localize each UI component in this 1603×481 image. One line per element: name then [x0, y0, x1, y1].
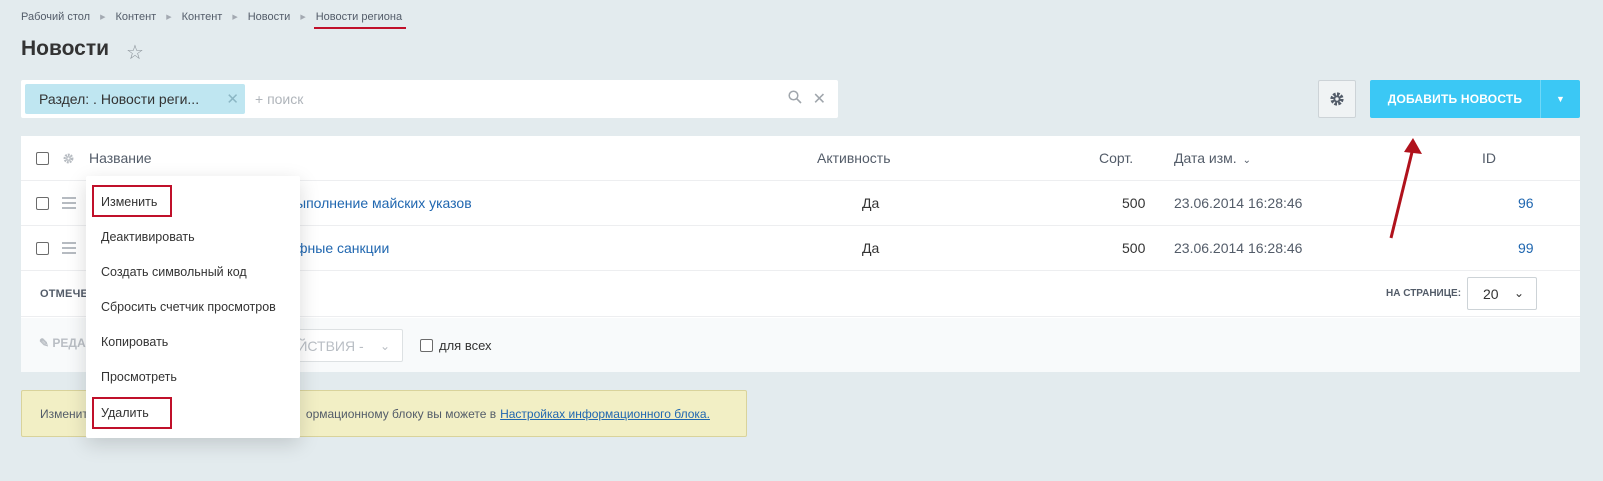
row-id-link[interactable]: 99: [1518, 240, 1534, 256]
iblock-settings-link[interactable]: Настройках информационного блока.: [500, 407, 710, 421]
checkbox[interactable]: [420, 339, 433, 352]
menu-item-edit[interactable]: Изменить: [101, 195, 157, 209]
row-date: 23.06.2014 16:28:46: [1174, 195, 1303, 211]
row-date: 23.06.2014 16:28:46: [1174, 240, 1303, 256]
menu-item-view[interactable]: Просмотреть: [101, 370, 177, 384]
row-checkbox[interactable]: [36, 196, 49, 210]
clear-icon[interactable]: ✕: [813, 89, 826, 109]
chevron-right-icon: ▶: [166, 14, 172, 21]
chevron-right-icon: ▶: [300, 14, 306, 21]
column-date-label: Дата изм.: [1174, 150, 1237, 166]
filter-chip[interactable]: Раздел: . Новости реги... ✕: [25, 84, 245, 114]
filter-chip-label: Раздел: . Новости реги...: [39, 91, 200, 107]
row-sort: 500: [1122, 240, 1146, 256]
notice-text-start: Изменит: [40, 406, 88, 421]
search-input[interactable]: [255, 84, 755, 114]
breadcrumb-item-region-news[interactable]: Новости региона: [313, 11, 407, 29]
column-date[interactable]: Дата изм. ⌄: [1174, 150, 1251, 166]
select-all-checkbox[interactable]: [36, 151, 49, 165]
breadcrumb-item-content-2[interactable]: Контент: [182, 11, 223, 23]
menu-item-deactivate[interactable]: Деактивировать: [101, 230, 195, 244]
caret-down-icon[interactable]: ▼: [1541, 94, 1580, 104]
breadcrumb-item-desktop[interactable]: Рабочий стол: [21, 11, 90, 23]
per-page-value: 20: [1483, 285, 1499, 302]
add-news-label: ДОБАВИТЬ НОВОСТЬ: [1387, 92, 1523, 106]
settings-button[interactable]: [1318, 80, 1356, 118]
breadcrumb-item-news[interactable]: Новости: [248, 11, 291, 23]
row-id-link[interactable]: 96: [1518, 195, 1534, 211]
edit-button[interactable]: ✎ РЕДА: [39, 336, 86, 350]
per-page-label: НА СТРАНИЦЕ:: [1386, 288, 1462, 299]
column-active[interactable]: Активность: [817, 150, 891, 166]
menu-item-copy[interactable]: Копировать: [101, 335, 168, 349]
annotation-arrow-icon: [1389, 138, 1422, 239]
chevron-down-icon: ⌄: [1513, 286, 1524, 300]
grid-header: Название Активность Сорт. Дата изм. ⌄ ID: [21, 136, 1580, 181]
menu-item-delete[interactable]: Удалить: [101, 406, 149, 420]
row-name-link[interactable]: фные санкции: [296, 240, 389, 256]
chevron-right-icon: ▶: [232, 14, 238, 21]
for-all-checkbox[interactable]: для всех: [420, 338, 492, 353]
menu-icon[interactable]: [62, 197, 76, 209]
menu-item-reset-views[interactable]: Сбросить счетчик просмотров: [101, 300, 276, 314]
column-name[interactable]: Название: [89, 150, 152, 166]
search-icon[interactable]: [788, 90, 802, 104]
row-name-link[interactable]: ыполнение майских указов: [296, 195, 472, 211]
row-active: Да: [862, 195, 880, 211]
chevron-right-icon: ▶: [100, 14, 106, 21]
add-news-button[interactable]: ДОБАВИТЬ НОВОСТЬ ▼: [1370, 80, 1580, 118]
gear-icon: [1330, 92, 1344, 106]
close-icon[interactable]: ✕: [226, 90, 239, 108]
column-sort[interactable]: Сорт.: [1099, 150, 1133, 166]
row-checkbox[interactable]: [36, 241, 49, 255]
column-id[interactable]: ID: [1482, 150, 1496, 166]
menu-item-create-code[interactable]: Создать символьный код: [101, 265, 247, 279]
filter-bar: Раздел: . Новости реги... ✕ ✕: [21, 80, 838, 118]
star-icon[interactable]: ☆: [126, 40, 144, 65]
row-context-menu: Изменить Деактивировать Создать символьн…: [86, 176, 300, 438]
menu-icon[interactable]: [62, 242, 76, 254]
row-sort: 500: [1122, 195, 1146, 211]
chevron-down-icon: ⌄: [379, 339, 390, 353]
row-active: Да: [862, 240, 880, 256]
for-all-label: для всех: [439, 338, 492, 353]
per-page-select[interactable]: 20 ⌄: [1467, 277, 1537, 310]
edit-label: РЕДА: [52, 336, 86, 350]
page-title: Новости: [21, 37, 110, 60]
breadcrumb-item-content[interactable]: Контент: [115, 11, 156, 23]
breadcrumb: Рабочий стол ▶ Контент ▶ Контент ▶ Новос…: [21, 8, 407, 29]
chevron-down-icon: ⌄: [1242, 155, 1252, 166]
notice-text-mid: ормационному блоку вы можете в: [305, 406, 497, 421]
gear-icon[interactable]: [62, 152, 75, 165]
